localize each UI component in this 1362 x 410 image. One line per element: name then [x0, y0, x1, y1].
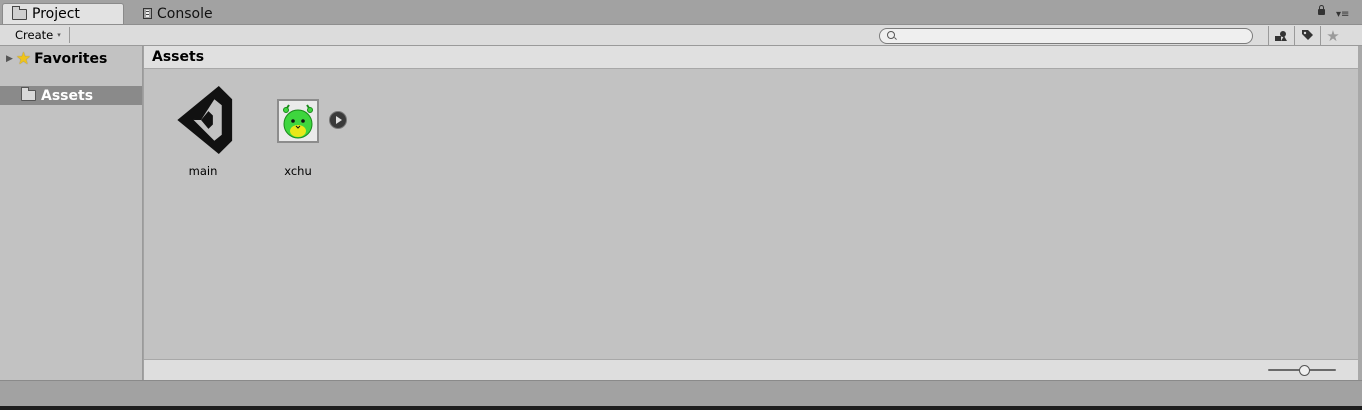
- search-field[interactable]: [879, 28, 1253, 44]
- sidebar: ▶ ★ Favorites Assets: [0, 46, 143, 380]
- zoom-thumb[interactable]: [1299, 365, 1310, 376]
- tab-strip: Project Console ▾≡: [0, 0, 1362, 24]
- favorite-button[interactable]: ★: [1320, 26, 1345, 45]
- folder-icon: [12, 5, 27, 20]
- sidebar-item-assets[interactable]: Assets: [0, 86, 142, 105]
- lock-icon[interactable]: [1318, 5, 1325, 15]
- project-toolbar: Create ▾ ★: [0, 24, 1362, 46]
- asset-item-main[interactable]: main: [158, 82, 248, 192]
- tag-icon: [1301, 30, 1313, 40]
- browser-footer: [144, 359, 1358, 380]
- tab-project[interactable]: Project: [2, 3, 124, 24]
- sidebar-item-label: Favorites: [34, 51, 108, 67]
- tab-project-label: Project: [32, 6, 80, 22]
- create-button-label: Create: [15, 28, 54, 42]
- expand-sprite-icon[interactable]: [329, 111, 347, 129]
- chevron-down-icon: ▾: [57, 31, 61, 39]
- window-edge: [0, 406, 1362, 410]
- xchu-sprite-icon: [277, 99, 319, 143]
- shapes-icon: [1275, 30, 1287, 41]
- sidebar-item-label: Assets: [41, 87, 94, 104]
- breadcrumb[interactable]: Assets: [152, 49, 204, 65]
- tab-console-label: Console: [157, 5, 213, 22]
- asset-item-xchu[interactable]: xchu: [253, 82, 343, 192]
- panel-menu-icon[interactable]: ▾≡: [1336, 10, 1358, 20]
- unity-logo-icon: [177, 85, 233, 155]
- create-button[interactable]: Create ▾: [6, 27, 70, 43]
- zoom-slider[interactable]: [1268, 365, 1338, 376]
- folder-icon: [21, 87, 36, 101]
- search-icon: [887, 31, 895, 39]
- asset-label: main: [188, 164, 218, 178]
- star-icon: ★: [15, 48, 32, 69]
- status-bar: [0, 380, 1362, 407]
- filter-by-label-button[interactable]: [1294, 26, 1319, 45]
- breadcrumb-bar: Assets: [144, 46, 1358, 69]
- expand-arrow-icon[interactable]: ▶: [6, 54, 13, 64]
- scrollbar-gutter: [1358, 46, 1362, 380]
- filter-by-type-button[interactable]: [1268, 26, 1293, 45]
- asset-label: xchu: [284, 164, 312, 178]
- tab-console[interactable]: Console: [134, 3, 244, 24]
- star-icon: ★: [1326, 26, 1340, 45]
- search-input[interactable]: [900, 29, 1240, 43]
- asset-browser: Assets main xchu: [144, 46, 1358, 380]
- console-icon: [143, 8, 152, 19]
- sidebar-item-favorites[interactable]: ▶ ★ Favorites: [6, 50, 107, 68]
